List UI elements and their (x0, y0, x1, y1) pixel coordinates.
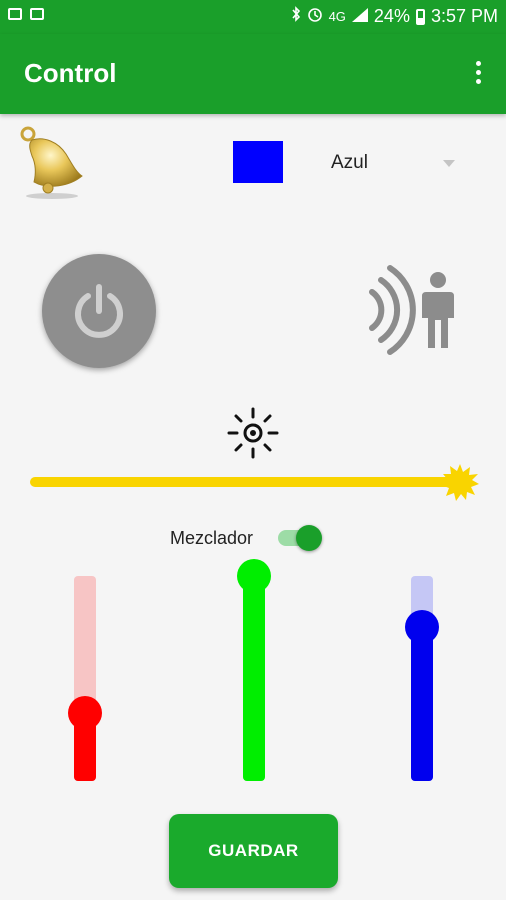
app-bar: Control (0, 34, 506, 114)
red-slider[interactable] (68, 576, 102, 781)
chevron-down-icon (443, 160, 455, 167)
color-swatch (233, 141, 283, 183)
brightness-slider-track[interactable] (30, 477, 460, 487)
bluetooth-icon (291, 6, 301, 27)
mixer-switch-thumb (296, 525, 322, 551)
status-bar: 4G 24% 3:57 PM (0, 0, 506, 34)
blue-slider-thumb[interactable] (405, 609, 439, 644)
power-button[interactable] (42, 254, 156, 368)
app-title: Control (24, 58, 117, 88)
green-slider-fill (243, 576, 265, 781)
green-slider-thumb[interactable] (237, 559, 271, 593)
proximity-sensor-icon[interactable] (354, 262, 464, 358)
color-dropdown-value: Azul (331, 152, 368, 173)
red-slider-thumb[interactable] (68, 696, 102, 731)
image-icon (8, 8, 22, 20)
signal-icon (351, 6, 368, 27)
brightness-icon (226, 406, 280, 460)
mixer-switch[interactable] (276, 522, 324, 554)
network-type: 4G (328, 9, 346, 24)
green-slider[interactable] (237, 559, 271, 781)
blue-slider-fill (411, 626, 433, 781)
save-button[interactable]: GUARDAR (169, 814, 338, 888)
clock: 3:57 PM (430, 6, 498, 26)
alarm-icon (307, 6, 323, 27)
battery-percent: 24% (373, 6, 410, 26)
more-vert-icon[interactable] (472, 61, 484, 87)
bell-icon[interactable] (14, 124, 86, 200)
power-icon (75, 284, 123, 338)
voicemail-icon (30, 8, 44, 20)
brightness-slider-thumb[interactable] (440, 462, 480, 502)
blue-slider[interactable] (405, 576, 439, 781)
battery-icon (415, 8, 425, 25)
mixer-label: Mezclador (170, 528, 254, 548)
color-dropdown[interactable]: Azul (325, 145, 465, 181)
